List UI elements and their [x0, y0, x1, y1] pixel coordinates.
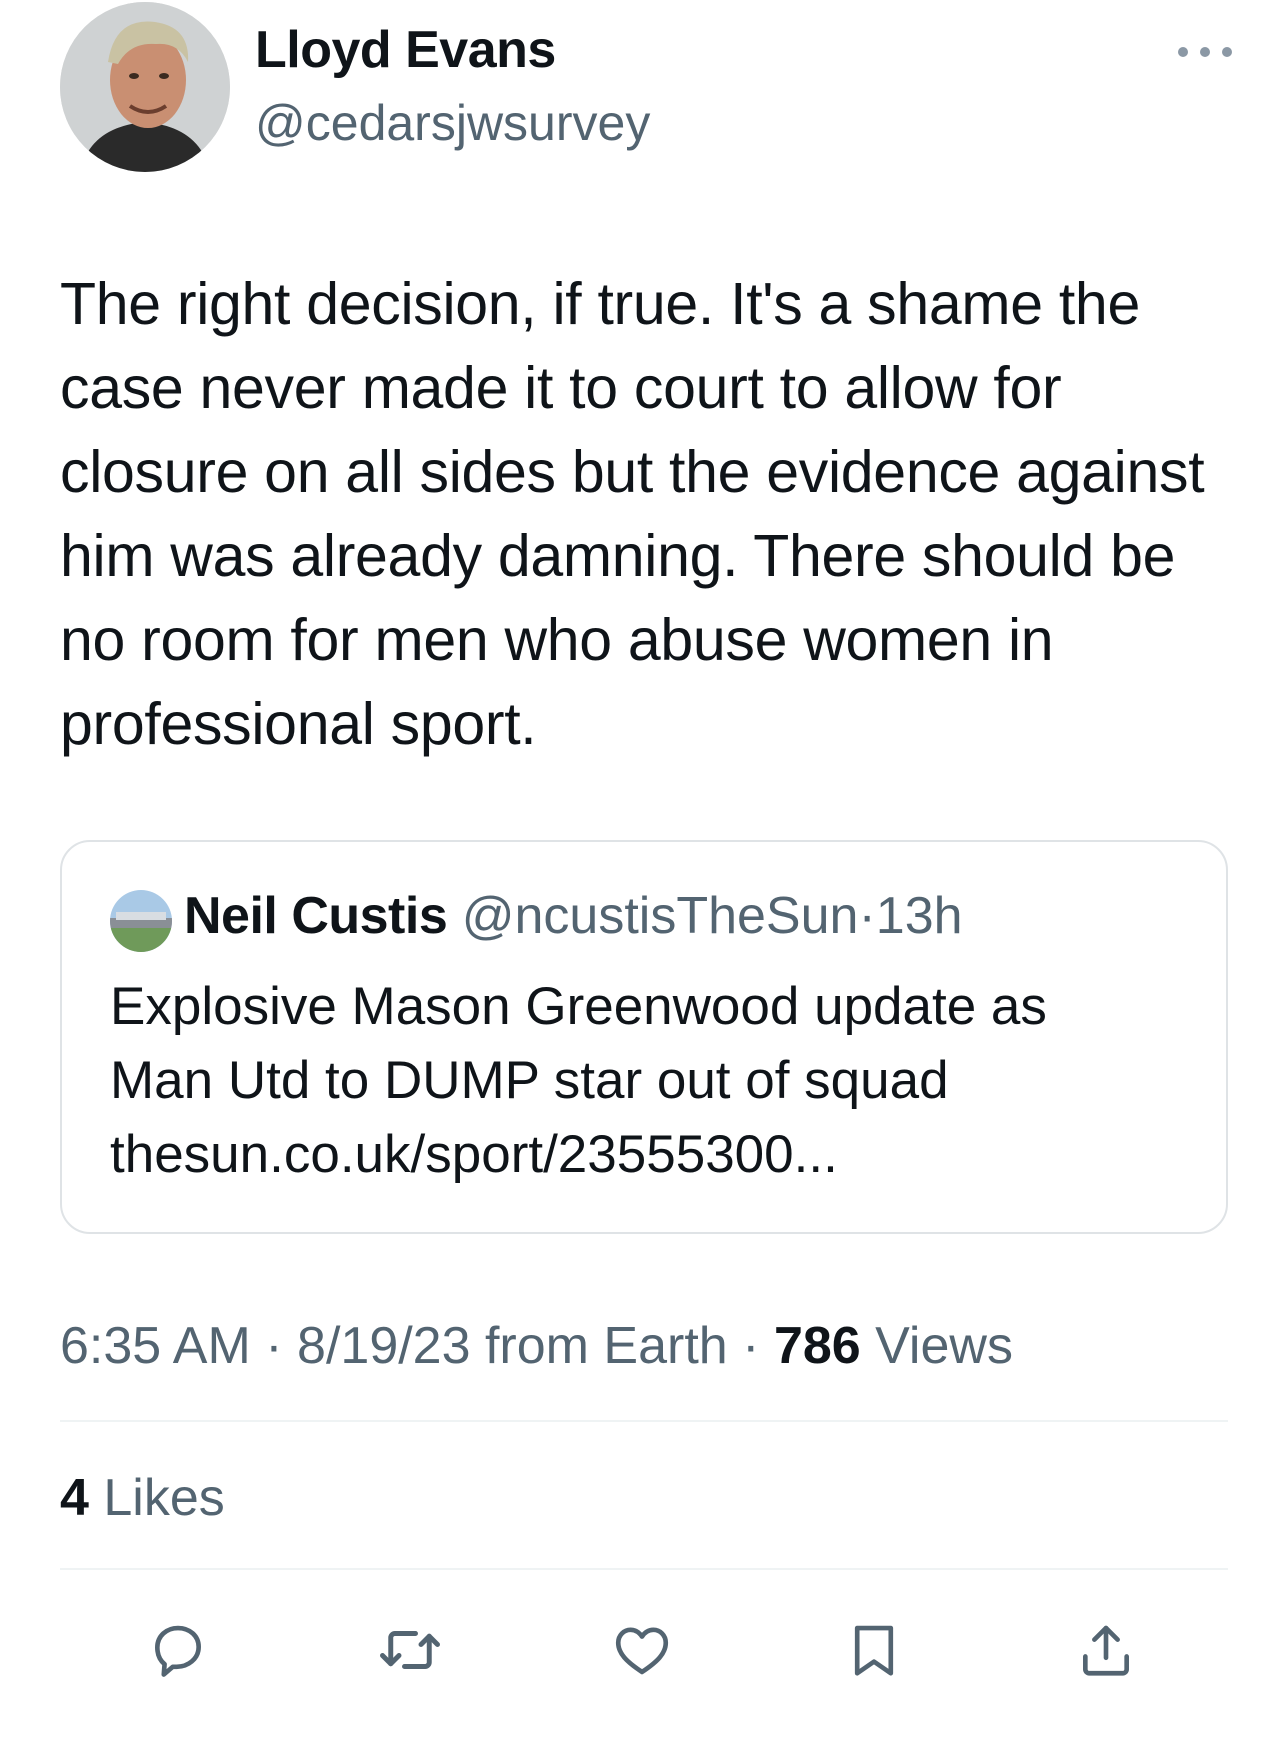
tweet-text: The right decision, if true. It's a sham…	[60, 271, 1205, 757]
reply-icon[interactable]	[133, 1605, 223, 1695]
quoted-text-line: Man Utd to DUMP star out of squad	[110, 1051, 949, 1110]
author-handle[interactable]: @cedarsjwsurvey	[255, 94, 650, 152]
tweet-time: 6:35 AM	[60, 1317, 251, 1375]
quoted-text: Explosive Mason Greenwood update as Man …	[110, 970, 1190, 1192]
meta-separator: ·	[265, 1317, 283, 1375]
quoted-handle: @ncustisTheSun	[461, 887, 859, 945]
quoted-name: Neil Custis	[184, 887, 448, 945]
action-bar	[0, 1605, 1284, 1695]
quoted-avatar	[110, 890, 172, 952]
views-count: 786	[773, 1317, 861, 1375]
share-icon[interactable]	[1061, 1605, 1151, 1695]
likes-label: Likes	[103, 1469, 225, 1527]
tweet-date: 8/19/23	[297, 1317, 471, 1375]
meta-separator: ·	[742, 1317, 760, 1375]
likes-count: 4	[60, 1469, 89, 1527]
quoted-tweet[interactable]: Neil Custis @ncustisTheSun·13h Explosive…	[60, 840, 1228, 1234]
quoted-link[interactable]: thesun.co.uk/sport/23555300...	[110, 1118, 1190, 1192]
heart-icon[interactable]	[597, 1605, 687, 1695]
tweet-header: Lloyd Evans @cedarsjwsurvey	[0, 0, 1284, 190]
likes-stat[interactable]: 4 Likes	[60, 1468, 225, 1528]
more-dots-icon[interactable]	[1170, 30, 1240, 74]
tweet-meta: 6:35 AM · 8/19/23 from Earth · 786 Views	[60, 1316, 1013, 1376]
tweet-source: from Earth	[484, 1317, 728, 1375]
author-name[interactable]: Lloyd Evans	[255, 20, 556, 80]
divider	[60, 1420, 1228, 1422]
retweet-icon[interactable]	[365, 1605, 455, 1695]
quoted-separator: ·	[858, 887, 876, 945]
divider	[60, 1568, 1228, 1570]
author-avatar[interactable]	[60, 2, 230, 172]
quoted-time: 13h	[875, 887, 963, 945]
quoted-text-line: Explosive Mason Greenwood update as	[110, 977, 1047, 1036]
bookmark-icon[interactable]	[829, 1605, 919, 1695]
views-label: Views	[875, 1317, 1013, 1375]
quoted-header: Neil Custis @ncustisTheSun·13h	[184, 886, 963, 946]
